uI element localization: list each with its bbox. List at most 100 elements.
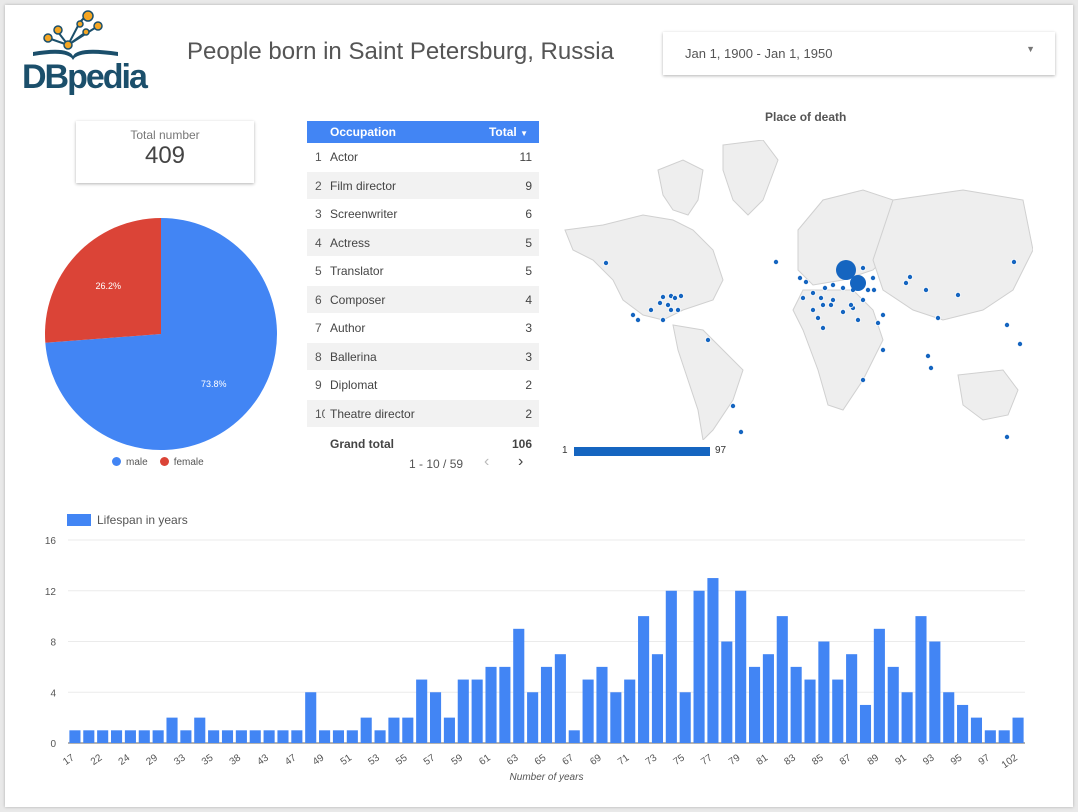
map-marker[interactable] xyxy=(796,274,803,281)
legend-item-male[interactable]: male xyxy=(112,457,148,468)
map-marker[interactable] xyxy=(809,289,816,296)
map-marker[interactable] xyxy=(799,294,806,301)
table-row[interactable]: 8 Ballerina 3 xyxy=(307,342,539,371)
bar-83[interactable] xyxy=(790,666,802,743)
map-marker[interactable] xyxy=(869,274,876,281)
bar-45[interactable] xyxy=(277,730,289,743)
bar-36[interactable] xyxy=(221,730,234,743)
bar-69[interactable] xyxy=(596,666,608,743)
bar-95[interactable] xyxy=(957,704,969,743)
map-marker[interactable] xyxy=(704,336,711,343)
table-row[interactable]: 5 Translator 5 xyxy=(307,257,539,286)
bar-52[interactable] xyxy=(360,717,372,743)
bar-29[interactable] xyxy=(152,730,164,743)
column-header-total[interactable]: Total ▼ xyxy=(489,125,528,139)
map-marker[interactable] xyxy=(864,286,871,293)
bar-65[interactable] xyxy=(540,666,553,743)
bar-51[interactable] xyxy=(346,730,358,743)
bar-48[interactable] xyxy=(305,692,317,743)
map-marker[interactable] xyxy=(814,314,821,321)
map-marker[interactable] xyxy=(675,306,682,313)
table-row[interactable]: 10 Theatre director 2 xyxy=(307,399,539,428)
map-marker[interactable] xyxy=(954,291,961,298)
bar-22[interactable] xyxy=(97,730,109,743)
legend-item-female[interactable]: female xyxy=(159,457,204,468)
map-marker[interactable] xyxy=(660,293,667,300)
map-marker[interactable] xyxy=(603,260,610,267)
bar-67[interactable] xyxy=(568,730,580,743)
bar-86[interactable] xyxy=(832,679,844,743)
bar-57[interactable] xyxy=(429,692,442,743)
table-row[interactable]: 3 Screenwriter 6 xyxy=(307,200,539,229)
map-marker[interactable] xyxy=(809,306,816,313)
map-marker[interactable] xyxy=(924,352,931,359)
bar-53[interactable] xyxy=(374,730,386,743)
map-marker[interactable] xyxy=(906,273,913,280)
map-marker[interactable] xyxy=(817,294,824,301)
map-marker[interactable] xyxy=(657,299,664,306)
map-marker[interactable] xyxy=(1010,259,1017,266)
bar-23[interactable] xyxy=(110,730,123,743)
bar-66[interactable] xyxy=(554,654,566,743)
bar-97[interactable] xyxy=(984,730,996,743)
bar-61[interactable] xyxy=(485,666,497,743)
map-marker[interactable] xyxy=(859,376,866,383)
bar-17[interactable] xyxy=(69,730,81,743)
bar-79[interactable] xyxy=(735,590,747,743)
bar-40[interactable] xyxy=(249,730,261,743)
map-marker[interactable] xyxy=(819,324,826,331)
bar-76[interactable] xyxy=(693,590,705,743)
map-marker[interactable] xyxy=(870,286,877,293)
bar-84[interactable] xyxy=(804,679,816,743)
bar-89[interactable] xyxy=(873,628,885,743)
bar-35[interactable] xyxy=(208,730,220,743)
bar-90[interactable] xyxy=(887,666,899,743)
bar-82[interactable] xyxy=(776,616,788,743)
map-marker[interactable] xyxy=(1003,433,1010,440)
bar-47[interactable] xyxy=(291,730,303,743)
bar-73[interactable] xyxy=(651,654,664,743)
bar-99[interactable] xyxy=(998,730,1010,743)
map-marker[interactable] xyxy=(829,281,836,288)
next-page-button[interactable]: › xyxy=(518,453,523,471)
date-range-picker[interactable]: Jan 1, 1900 - Jan 1, 1950 ▼ xyxy=(663,32,1055,75)
map-marker[interactable] xyxy=(630,311,637,318)
bar-74[interactable] xyxy=(665,590,677,743)
bar-60[interactable] xyxy=(471,679,483,743)
bar-78[interactable] xyxy=(721,641,733,744)
map-marker[interactable] xyxy=(879,311,886,318)
bar-62[interactable] xyxy=(499,666,511,743)
bar-19[interactable] xyxy=(83,730,95,743)
bar-77[interactable] xyxy=(707,578,719,743)
map-marker[interactable] xyxy=(829,296,836,303)
bar-91[interactable] xyxy=(901,692,913,743)
bar-64[interactable] xyxy=(527,692,539,743)
map-marker[interactable] xyxy=(729,402,736,409)
bar-93[interactable] xyxy=(929,641,941,744)
map-marker[interactable] xyxy=(635,316,642,323)
table-row[interactable]: 9 Diplomat 2 xyxy=(307,371,539,400)
map-marker-moscow[interactable] xyxy=(850,275,866,291)
map-marker[interactable] xyxy=(927,364,934,371)
table-row[interactable]: 4 Actress 5 xyxy=(307,228,539,257)
table-row[interactable]: 2 Film director 9 xyxy=(307,171,539,200)
map-marker[interactable] xyxy=(672,294,679,301)
column-header-occupation[interactable]: Occupation xyxy=(330,125,396,139)
bar-63[interactable] xyxy=(513,628,525,743)
map-marker[interactable] xyxy=(802,278,809,285)
table-row[interactable]: 6 Composer 4 xyxy=(307,285,539,314)
bar-70[interactable] xyxy=(610,692,622,743)
bar-85[interactable] xyxy=(818,641,830,744)
bar-59[interactable] xyxy=(457,679,469,743)
map-marker[interactable] xyxy=(902,279,909,286)
bar-68[interactable] xyxy=(582,679,594,743)
map-marker[interactable] xyxy=(1016,340,1023,347)
map-marker[interactable] xyxy=(665,301,672,308)
map-marker[interactable] xyxy=(879,346,886,353)
map-marker[interactable] xyxy=(859,265,866,272)
map-marker[interactable] xyxy=(839,308,846,315)
bar-81[interactable] xyxy=(762,654,774,743)
bar-49[interactable] xyxy=(319,730,331,743)
bar-38[interactable] xyxy=(235,730,247,743)
map-marker[interactable] xyxy=(819,301,826,308)
